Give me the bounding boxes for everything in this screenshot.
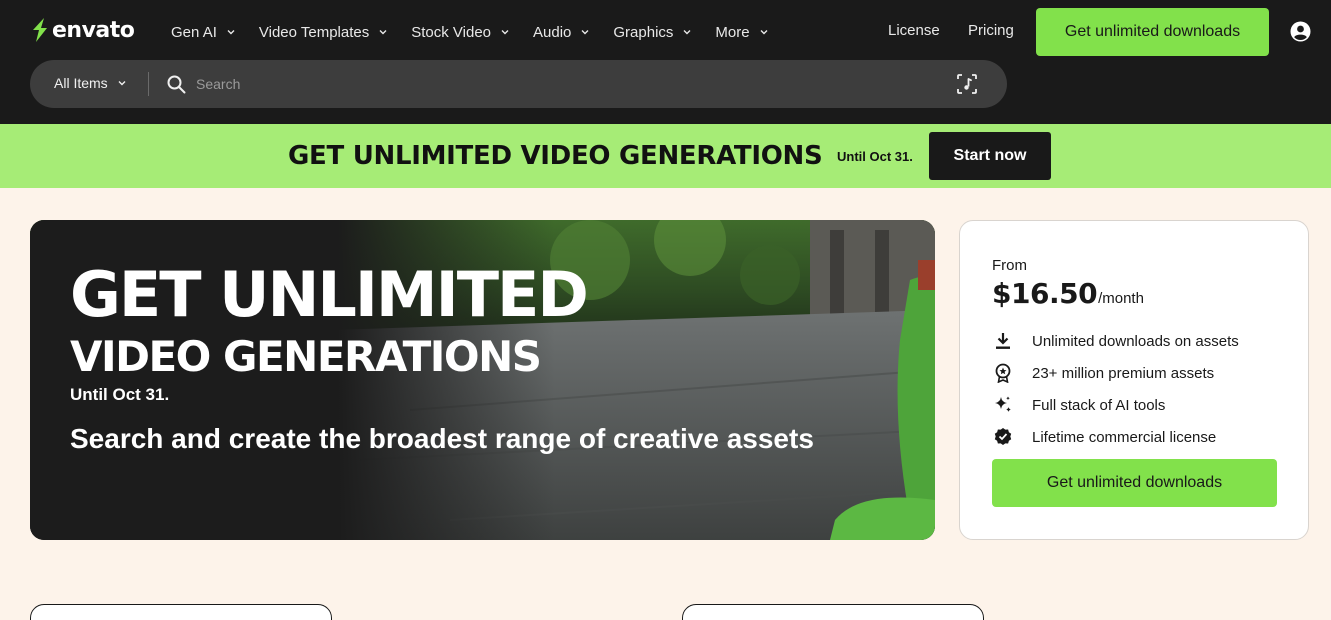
search-input[interactable]: [196, 71, 936, 97]
nav-label: More: [715, 23, 750, 41]
hero-banner: GET UNLIMITED VIDEO GENERATIONS Until Oc…: [30, 220, 935, 540]
promo-subtitle: Until Oct 31.: [837, 149, 913, 164]
category-label: All Items: [54, 75, 108, 91]
award-icon: [995, 363, 1011, 383]
hero-subheadline: VIDEO GENERATIONS: [70, 332, 542, 381]
nav-label: Audio: [533, 23, 572, 41]
music-search-icon[interactable]: [956, 73, 978, 95]
hero-tagline: Search and create the broadest range of …: [70, 423, 814, 454]
all-items-dropdown[interactable]: All Items: [54, 75, 126, 91]
chevron-down-icon: [227, 30, 235, 35]
chevron-down-icon: [683, 30, 691, 35]
get-unlimited-downloads-button[interactable]: Get unlimited downloads: [992, 459, 1277, 507]
feature-label: Unlimited downloads on assets: [1032, 332, 1239, 350]
nav-item-audio[interactable]: Audio: [533, 22, 589, 42]
feature-item: 23+ million premium assets: [992, 357, 1239, 389]
main-nav: Gen AI Video Templates Stock Video Audio…: [171, 22, 792, 42]
pricing-card: From $16.50 /month Unlimited downloads o…: [959, 220, 1309, 540]
feature-label: 23+ million premium assets: [1032, 364, 1215, 382]
feature-item: Lifetime commercial license: [992, 421, 1239, 453]
nav-item-graphics[interactable]: Graphics: [613, 22, 691, 42]
envato-leaf-icon: [33, 18, 47, 42]
chevron-down-icon: [379, 30, 387, 35]
nav-label: Stock Video: [411, 23, 492, 41]
nav-label: Gen AI: [171, 23, 217, 41]
feature-item: Full stack of AI tools: [992, 389, 1239, 421]
search-bar: All Items: [30, 60, 1007, 108]
feature-list: Unlimited downloads on assets 23+ millio…: [992, 325, 1239, 453]
get-unlimited-downloads-button[interactable]: Get unlimited downloads: [1036, 8, 1269, 56]
promo-banner: GET UNLIMITED VIDEO GENERATIONS Until Oc…: [0, 124, 1331, 188]
nav-label: Video Templates: [258, 23, 370, 41]
chevron-down-icon: [581, 30, 589, 35]
verified-badge-icon: [994, 428, 1012, 445]
pricing-link[interactable]: Pricing: [968, 22, 1014, 39]
nav-item-stock-video[interactable]: Stock Video: [411, 22, 509, 42]
feature-label: Full stack of AI tools: [1032, 396, 1166, 414]
feature-label: Lifetime commercial license: [1032, 428, 1217, 446]
download-icon: [996, 333, 1010, 349]
content-card[interactable]: [30, 604, 332, 620]
divider: [148, 72, 149, 96]
account-icon[interactable]: [1290, 21, 1311, 42]
sparkle-icon: [995, 396, 1011, 412]
start-now-button[interactable]: Start now: [929, 132, 1051, 180]
nav-item-video-templates[interactable]: Video Templates: [259, 22, 387, 42]
price-amount: $16.50: [992, 277, 1098, 310]
price-period: /month: [1098, 290, 1144, 307]
chevron-down-icon: [501, 30, 509, 35]
chevron-down-icon: [118, 81, 126, 86]
hero-date: Until Oct 31.: [70, 385, 170, 404]
search-icon: [167, 75, 186, 94]
license-link[interactable]: License: [888, 22, 940, 39]
chevron-down-icon: [760, 30, 768, 35]
site-header: envato Gen AI Video Templates Stock Vide…: [0, 0, 1331, 124]
envato-logo[interactable]: envato: [30, 17, 135, 43]
nav-label: Graphics: [613, 23, 674, 41]
promo-title: GET UNLIMITED VIDEO GENERATIONS: [288, 141, 823, 171]
hero-headline: GET UNLIMITED: [70, 258, 589, 331]
feature-item: Unlimited downloads on assets: [992, 325, 1239, 357]
from-label: From: [992, 257, 1027, 274]
price: $16.50 /month: [992, 277, 1144, 310]
nav-item-gen-ai[interactable]: Gen AI: [171, 22, 235, 42]
logo-text: envato: [52, 17, 135, 43]
content-card[interactable]: [682, 604, 984, 620]
nav-item-more[interactable]: More: [715, 22, 768, 42]
